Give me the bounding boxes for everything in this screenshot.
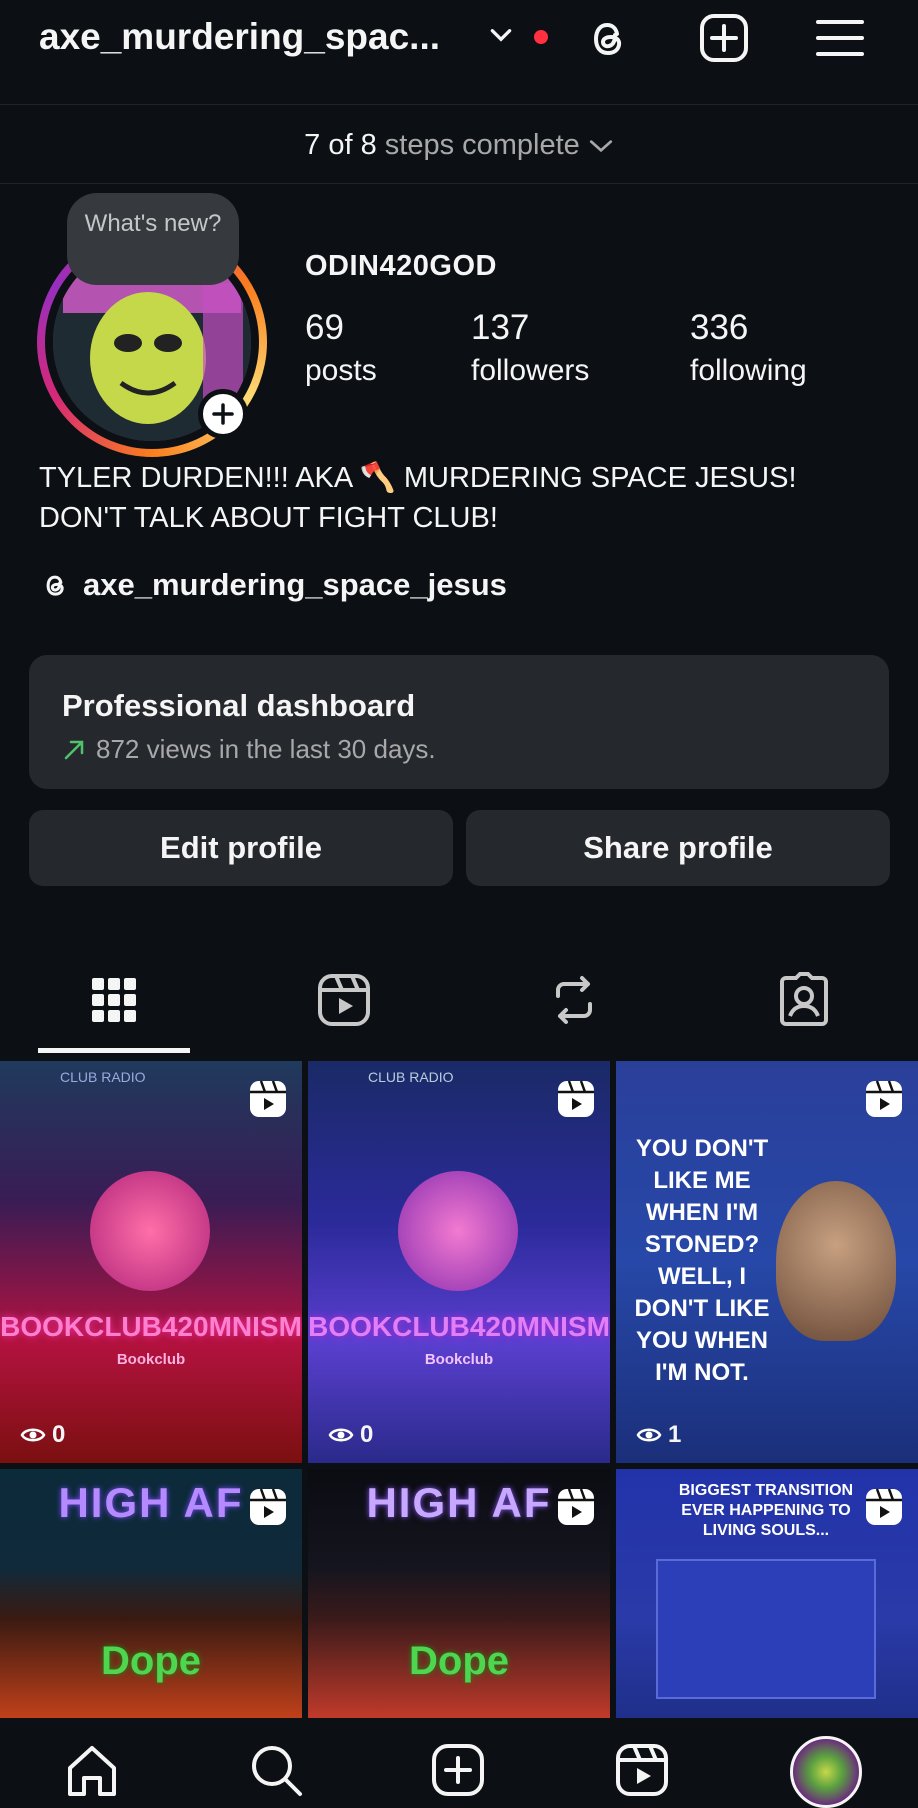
account-switcher[interactable]: axe_murdering_spac... bbox=[39, 16, 440, 58]
professional-dashboard[interactable]: Professional dashboard 872 views in the … bbox=[29, 655, 889, 789]
reels-icon[interactable] bbox=[314, 970, 374, 1030]
eye-icon bbox=[328, 1428, 354, 1442]
reel-icon bbox=[866, 1080, 902, 1117]
reposts-icon[interactable] bbox=[544, 970, 604, 1030]
onboarding-steps[interactable]: 7 of 8 steps complete bbox=[0, 104, 918, 184]
post-tile[interactable]: BIGGEST TRANSITION EVER HAPPENING TO LIV… bbox=[616, 1469, 918, 1718]
home-icon[interactable] bbox=[62, 1740, 122, 1800]
post-tile[interactable]: CLUB RADIO BOOKCLUB420MNISM Bookclub 0 bbox=[0, 1061, 302, 1463]
notification-dot bbox=[534, 30, 548, 44]
post-tile[interactable]: HIGH AF Dope bbox=[308, 1469, 610, 1718]
threads-icon[interactable] bbox=[581, 10, 637, 66]
bottom-navigation bbox=[0, 1718, 918, 1808]
post-tile[interactable]: YOU DON'T LIKE ME WHEN I'M STONED? WELL,… bbox=[616, 1061, 918, 1463]
post-tile[interactable]: CLUB RADIO BOOKCLUB420MNISM Bookclub 0 bbox=[308, 1061, 610, 1463]
post-graphic bbox=[90, 1171, 210, 1291]
threads-profile-link[interactable]: axe_murdering_space_jesus bbox=[39, 567, 507, 603]
followers-stat[interactable]: 137 followers bbox=[471, 308, 589, 388]
bio: TYLER DURDEN!!! AKA 🪓 MURDERING SPACE JE… bbox=[39, 462, 797, 534]
following-stat[interactable]: 336 following bbox=[690, 308, 807, 388]
view-count: 1 bbox=[636, 1421, 681, 1449]
add-story-button[interactable] bbox=[198, 389, 248, 439]
view-count: 0 bbox=[20, 1421, 65, 1449]
display-name: ODIN420GOD bbox=[305, 250, 497, 282]
share-profile-button[interactable]: Share profile bbox=[466, 810, 890, 886]
profile-avatar[interactable] bbox=[790, 1736, 862, 1808]
search-icon[interactable] bbox=[246, 1740, 306, 1800]
reel-icon bbox=[558, 1080, 594, 1117]
tagged-icon[interactable] bbox=[774, 970, 834, 1030]
view-count: 0 bbox=[328, 1421, 373, 1449]
reel-icon bbox=[866, 1488, 902, 1525]
chevron-down-icon bbox=[589, 140, 612, 153]
active-tab-indicator bbox=[38, 1048, 190, 1053]
post-tile[interactable]: HIGH AF Dope bbox=[0, 1469, 302, 1718]
posts-grid: CLUB RADIO BOOKCLUB420MNISM Bookclub 0 C… bbox=[0, 1058, 918, 1718]
threads-icon bbox=[46, 575, 64, 596]
posts-stat[interactable]: 69 posts bbox=[305, 308, 377, 388]
top-bar: axe_murdering_spac... bbox=[0, 0, 918, 104]
create-icon[interactable] bbox=[696, 10, 752, 66]
chevron-down-icon[interactable] bbox=[488, 22, 514, 48]
menu-icon[interactable] bbox=[812, 10, 868, 66]
reels-icon[interactable] bbox=[612, 1740, 672, 1800]
reel-icon bbox=[558, 1488, 594, 1525]
reel-icon bbox=[250, 1080, 286, 1117]
profile-tabs bbox=[0, 950, 918, 1054]
note-bubble[interactable]: What's new? bbox=[67, 193, 239, 285]
trend-up-icon bbox=[64, 740, 84, 759]
post-graphic bbox=[776, 1181, 896, 1341]
post-graphic bbox=[656, 1559, 876, 1699]
plus-icon bbox=[212, 403, 234, 425]
eye-icon bbox=[20, 1428, 46, 1442]
eye-icon bbox=[636, 1428, 662, 1442]
post-graphic bbox=[398, 1171, 518, 1291]
edit-profile-button[interactable]: Edit profile bbox=[29, 810, 453, 886]
grid-icon[interactable] bbox=[84, 970, 144, 1030]
create-icon[interactable] bbox=[428, 1740, 488, 1800]
reel-icon bbox=[250, 1488, 286, 1525]
